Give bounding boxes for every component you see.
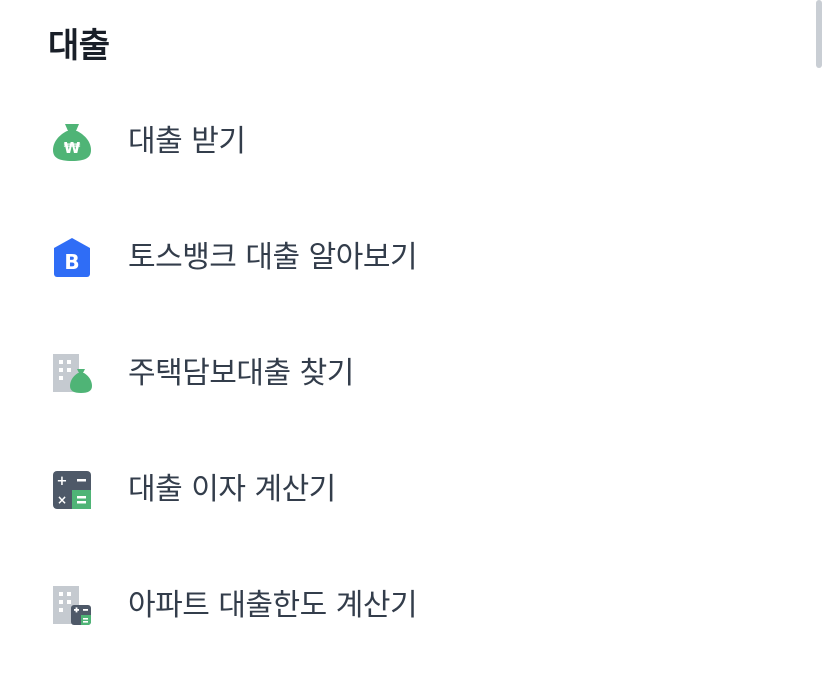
menu-item-tossbank-loan[interactable]: B 토스뱅크 대출 알아보기 xyxy=(0,200,810,316)
menu-item-label: 토스뱅크 대출 알아보기 xyxy=(128,240,418,275)
menu-item-mortgage-search[interactable]: 주택담보대출 찾기 xyxy=(0,316,810,432)
loan-menu-screen: 대출 ₩ 대출 받기 B 토스뱅크 대출 알아보기 주택담보대출 찾기 + × … xyxy=(0,0,828,681)
svg-text:B: B xyxy=(64,250,79,274)
building-money-bag-icon xyxy=(50,352,94,396)
menu-item-interest-calculator[interactable]: + × 대출 이자 계산기 xyxy=(0,432,810,548)
section-title: 대출 xyxy=(48,26,110,66)
menu-item-label: 대출 받기 xyxy=(128,124,246,159)
apartment-calculator-icon xyxy=(50,584,94,628)
money-bag-won-icon: ₩ xyxy=(50,120,94,164)
menu-item-label: 아파트 대출한도 계산기 xyxy=(128,588,418,623)
menu-item-label: 대출 이자 계산기 xyxy=(128,472,336,507)
tossbank-b-icon: B xyxy=(50,236,94,280)
svg-text:₩: ₩ xyxy=(64,139,81,157)
menu-item-apartment-limit-calculator[interactable]: 아파트 대출한도 계산기 xyxy=(0,548,810,664)
menu-item-label: 주택담보대출 찾기 xyxy=(128,356,354,391)
calculator-icon: + × xyxy=(50,468,94,512)
svg-text:+: + xyxy=(57,474,68,489)
scrollbar[interactable] xyxy=(816,0,822,68)
menu-item-get-loan[interactable]: ₩ 대출 받기 xyxy=(0,84,810,200)
svg-text:×: × xyxy=(57,493,67,507)
